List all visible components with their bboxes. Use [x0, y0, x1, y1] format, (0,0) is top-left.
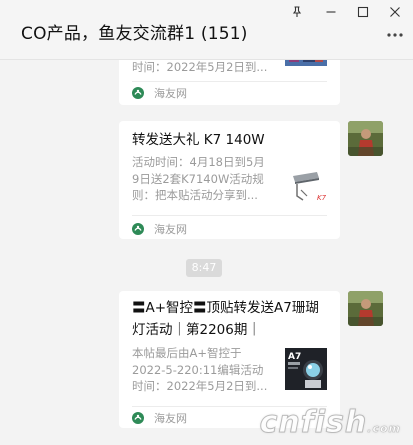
thumb-label: A7 — [288, 352, 301, 362]
thumb-label: K7 — [317, 194, 327, 202]
avatar[interactable] — [348, 121, 383, 156]
source-name: 海友网 — [154, 223, 187, 236]
link-card[interactable]: 转发送大礼 K7 140W 活动时间：4月18日到5月9日送2套K7140W活动… — [119, 121, 340, 239]
card-divider — [132, 215, 327, 216]
close-icon[interactable] — [382, 2, 408, 22]
event-banner-thumbnail — [285, 60, 327, 66]
maximize-icon[interactable] — [350, 2, 376, 22]
a7-light-thumbnail: A7 — [285, 348, 327, 390]
message-list[interactable]: 时间：2022年5月2日到... 海友网 转发送大礼 K7 140W 活动时间：… — [0, 60, 413, 445]
card-source: 海友网 — [132, 221, 187, 237]
haiyou-logo-icon — [132, 223, 144, 235]
chat-window: CO产品，鱼友交流群1 (151) 时间：2022年5月2日到... 海友网 转… — [0, 0, 413, 445]
card-source: 海友网 — [132, 85, 187, 101]
chat-title: CO产品，鱼友交流群1 (151) — [21, 24, 248, 44]
card-divider — [132, 406, 327, 407]
card-title: 转发送大礼 K7 140W — [132, 132, 265, 148]
card-description: 活动时间：4月18日到5月9日送2套K7140W活动规则：把本贴活动分享到... — [132, 155, 265, 202]
pin-icon[interactable] — [284, 2, 310, 22]
link-card[interactable]: 〓A+智控〓顶贴转发送A7珊瑚灯活动｜第2206期｜ 本帖最后由A+智控于202… — [119, 291, 340, 428]
card-description: 本帖最后由A+智控于2022-5-220:11编辑活动时间：2022年5月2日到… — [132, 346, 268, 393]
title-bar: CO产品，鱼友交流群1 (151) — [0, 0, 413, 60]
card-description: 时间：2022年5月2日到... — [132, 60, 268, 74]
source-name: 海友网 — [154, 412, 187, 425]
link-card[interactable]: 时间：2022年5月2日到... 海友网 — [119, 60, 340, 105]
watermark-tld: .com — [367, 422, 401, 436]
card-title: 〓A+智控〓顶贴转发送A7珊瑚灯活动｜第2206期｜ — [132, 300, 319, 338]
source-name: 海友网 — [154, 87, 187, 100]
minimize-icon[interactable] — [318, 2, 344, 22]
more-dots-icon[interactable] — [383, 26, 407, 44]
card-divider — [132, 81, 327, 82]
card-source: 海友网 — [132, 410, 187, 426]
haiyou-logo-icon — [132, 412, 144, 424]
aquarium-light-thumbnail: K7 — [289, 166, 331, 208]
timestamp: 8:47 — [186, 259, 222, 277]
avatar[interactable] — [348, 291, 383, 326]
haiyou-logo-icon — [132, 87, 144, 99]
